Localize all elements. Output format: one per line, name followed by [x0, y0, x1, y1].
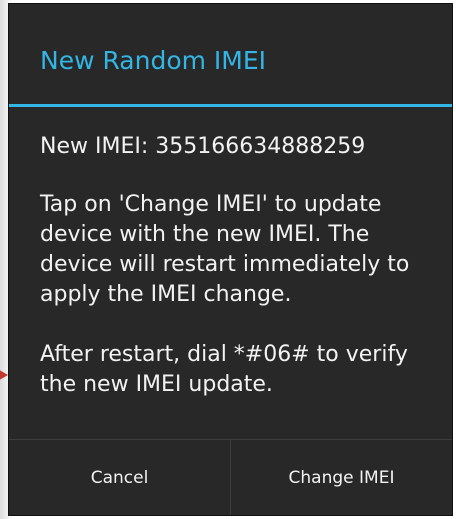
instruction-text: Tap on 'Change IMEI' to update device wi… — [40, 192, 410, 307]
screen: New Random IMEI New IMEI: 35516663488825… — [0, 0, 456, 519]
dialog-title: New Random IMEI — [9, 4, 452, 107]
verify-note-text: After restart, dial *#06# to verify the … — [40, 342, 408, 397]
imei-dialog: New Random IMEI New IMEI: 35516663488825… — [8, 3, 453, 516]
new-imei-text: New IMEI: 355166634888259 — [40, 134, 366, 159]
dialog-button-bar: Cancel Change IMEI — [9, 439, 452, 515]
cancel-button[interactable]: Cancel — [9, 440, 230, 515]
change-imei-button[interactable]: Change IMEI — [230, 440, 452, 515]
dialog-message: New IMEI: 355166634888259 Tap on 'Change… — [9, 107, 452, 439]
arrow-right-icon — [0, 368, 8, 382]
